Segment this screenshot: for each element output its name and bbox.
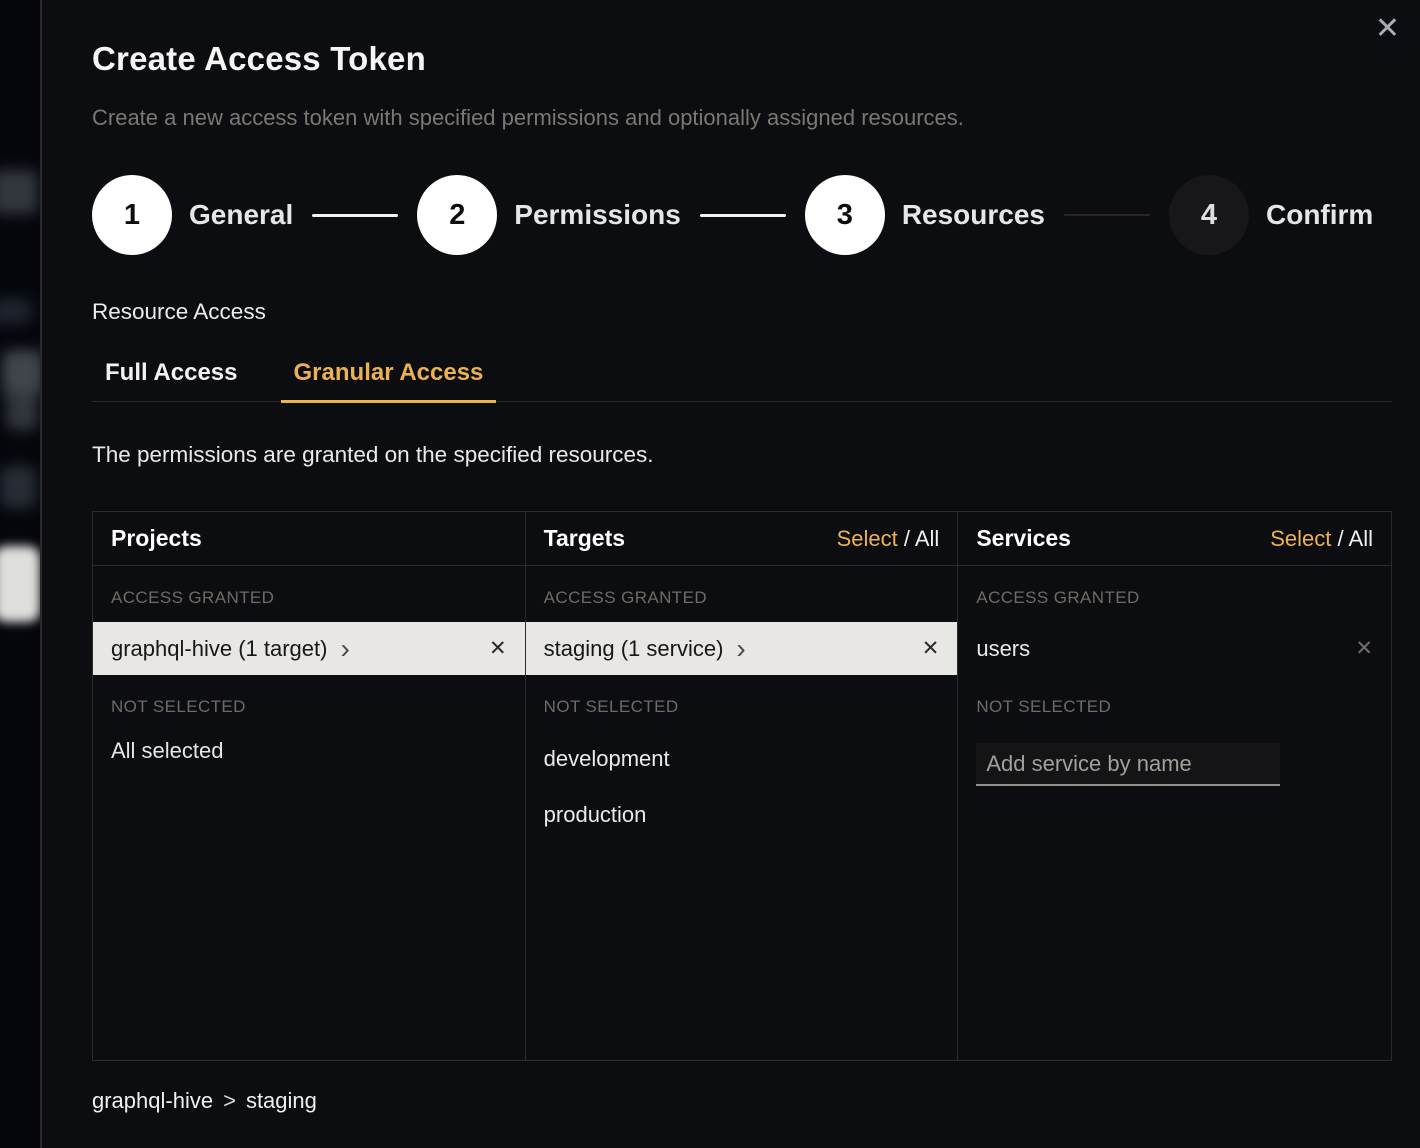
resource-access-heading: Resource Access	[92, 299, 1392, 325]
target-item-production[interactable]: production	[526, 787, 958, 843]
access-granted-label: ACCESS GRANTED	[544, 588, 940, 608]
step-number-circle: 2	[417, 175, 497, 255]
step-label: Confirm	[1266, 199, 1373, 231]
chevron-right-icon: ›	[736, 635, 745, 663]
actions-separator: /	[1331, 526, 1348, 551]
access-mode-tabs: Full Access Granular Access	[92, 359, 1392, 402]
step-resources[interactable]: 3 Resources	[805, 175, 1045, 255]
granted-target-label: staging (1 service)	[544, 636, 724, 662]
step-number-circle: 4	[1169, 175, 1249, 255]
close-icon[interactable]: ✕	[1375, 14, 1400, 44]
breadcrumb-target[interactable]: staging	[246, 1088, 317, 1114]
granted-target-row[interactable]: staging (1 service) › ✕	[526, 622, 958, 675]
remove-service-icon[interactable]: ✕	[1355, 636, 1373, 661]
background-blur-shape	[0, 546, 40, 622]
column-title: Services	[976, 525, 1071, 552]
background-blur-shape	[0, 170, 38, 214]
targets-header-actions: Select / All	[837, 526, 940, 552]
projects-column: Projects ACCESS GRANTED graphql-hive (1 …	[93, 512, 526, 1060]
targets-column: Targets Select / All ACCESS GRANTED stag…	[526, 512, 959, 1060]
target-item-development[interactable]: development	[526, 731, 958, 787]
all-selected-note: All selected	[93, 731, 525, 771]
chevron-right-icon: ›	[340, 635, 349, 663]
breadcrumb-project[interactable]: graphql-hive	[92, 1088, 213, 1114]
step-confirm[interactable]: 4 Confirm	[1169, 175, 1373, 255]
services-all-link[interactable]: All	[1349, 526, 1373, 551]
services-header-actions: Select / All	[1270, 526, 1373, 552]
step-permissions[interactable]: 2 Permissions	[417, 175, 681, 255]
step-label: Permissions	[514, 199, 681, 231]
services-column-header: Services Select / All	[958, 512, 1391, 566]
step-number-circle: 1	[92, 175, 172, 255]
column-title: Targets	[544, 525, 625, 552]
not-selected-label: NOT SELECTED	[544, 697, 940, 717]
step-connector	[700, 214, 786, 217]
add-service-input[interactable]	[976, 743, 1280, 786]
actions-separator: /	[898, 526, 915, 551]
granted-service-label: users	[976, 636, 1030, 662]
background-blur-shape	[6, 394, 38, 430]
step-label: Resources	[902, 199, 1045, 231]
remove-target-icon[interactable]: ✕	[922, 636, 940, 661]
services-column: Services Select / All ACCESS GRANTED use…	[958, 512, 1391, 1060]
step-label: General	[189, 199, 293, 231]
access-granted-label: ACCESS GRANTED	[111, 588, 507, 608]
picker-description: The permissions are granted on the speci…	[92, 442, 1392, 468]
step-number-circle: 3	[805, 175, 885, 255]
targets-column-header: Targets Select / All	[526, 512, 958, 566]
granted-service-row[interactable]: users ✕	[958, 622, 1391, 675]
step-connector	[312, 214, 398, 217]
step-connector	[1064, 214, 1150, 216]
granted-project-row[interactable]: graphql-hive (1 target) › ✕	[93, 622, 525, 675]
not-selected-label: NOT SELECTED	[111, 697, 507, 717]
wizard-stepper: 1 General 2 Permissions 3 Resources 4 Co…	[92, 175, 1392, 255]
dialog-title: Create Access Token	[92, 40, 1392, 78]
dialog-subtitle: Create a new access token with specified…	[92, 105, 1392, 131]
projects-column-header: Projects	[93, 512, 525, 566]
targets-select-link[interactable]: Select	[837, 526, 898, 551]
granted-project-label: graphql-hive (1 target)	[111, 636, 327, 662]
background-blur-shape	[0, 466, 36, 508]
resource-picker-table: Projects ACCESS GRANTED graphql-hive (1 …	[92, 511, 1392, 1061]
tab-granular-access[interactable]: Granular Access	[281, 359, 497, 403]
background-blur-shape	[2, 350, 44, 396]
access-granted-label: ACCESS GRANTED	[976, 588, 1373, 608]
create-access-token-dialog: ✕ Create Access Token Create a new acces…	[40, 0, 1420, 1148]
remove-project-icon[interactable]: ✕	[489, 636, 507, 661]
services-select-link[interactable]: Select	[1270, 526, 1331, 551]
column-title: Projects	[111, 525, 202, 552]
tab-full-access[interactable]: Full Access	[92, 359, 251, 403]
breadcrumb-separator: >	[223, 1088, 236, 1114]
not-selected-label: NOT SELECTED	[976, 697, 1373, 717]
step-general[interactable]: 1 General	[92, 175, 293, 255]
targets-all-link[interactable]: All	[915, 526, 939, 551]
breadcrumb: graphql-hive > staging	[92, 1088, 1392, 1114]
background-blur-shape	[0, 298, 32, 324]
